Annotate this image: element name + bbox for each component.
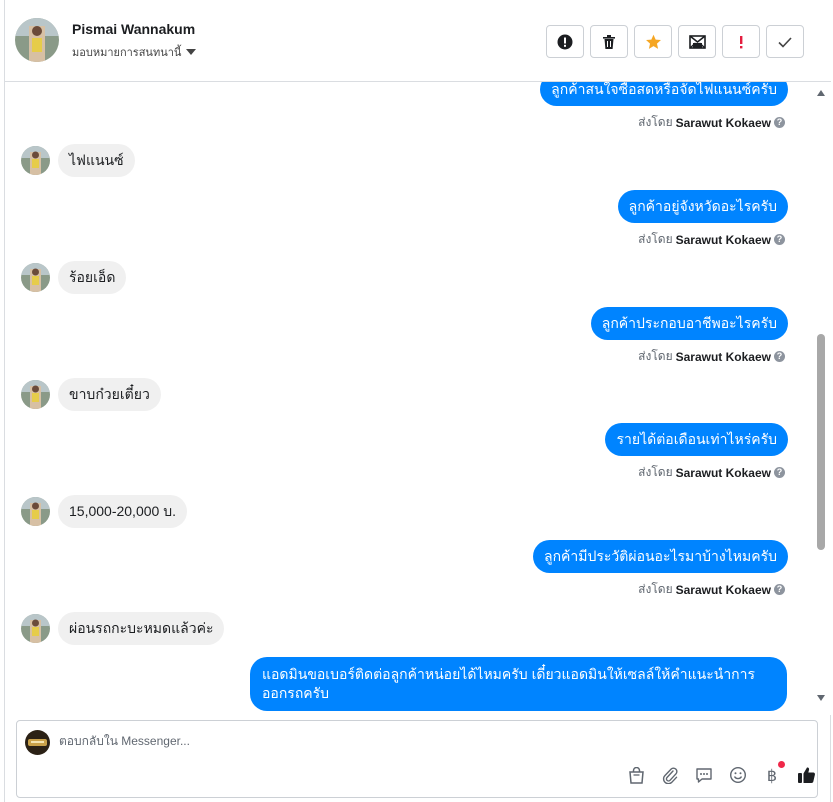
conversation-header: Pismai Wannakum มอบหมายการสนทนานี้ [5,0,831,82]
mark-important-button[interactable] [546,25,584,58]
incoming-message: ร้อยเอ็ด [58,261,127,294]
reply-composer: ฿ [16,720,818,798]
agent-name: Sarawut Kokaew [675,232,771,247]
paperclip-icon[interactable] [660,765,680,785]
sent-by-label: ส่งโดย [638,115,673,129]
spam-exclamation-icon [738,34,744,50]
agent-name: Sarawut Kokaew [675,115,771,130]
sent-by-label: ส่งโดย [638,465,673,479]
delete-button[interactable] [590,25,628,58]
outgoing-message: ลูกค้ามีประวัติผ่อนอะไรมาบ้างไหมครับ [532,540,788,573]
message-thread[interactable]: ลูกค้าสนใจซื้อสดหรือจัดไฟแนนซ์ครับ ส่งโด… [5,82,831,715]
incoming-message-row: ขาบก๋วยเตี๋ยว [21,378,161,411]
shop-bag-icon[interactable] [626,765,646,785]
sent-by-line: ส่งโดย Sarawut Kokaew ? [638,230,785,249]
mark-done-button[interactable] [766,25,804,58]
message-text: ลูกค้าสนใจซื้อสดหรือจัดไฟแนนซ์ครับ [551,82,777,97]
contact-name: Pismai Wannakum [72,21,196,37]
incoming-message-row: ไฟแนนซ์ [21,144,135,177]
sent-by-label: ส่งโดย [638,349,673,363]
exclamation-circle-icon [557,34,573,50]
incoming-message: ไฟแนนซ์ [58,144,135,177]
outgoing-message: แอดมินขอเบอร์ติดต่อลูกค้าหน่อยได้ไหมครับ… [250,657,787,711]
check-icon [777,35,793,49]
thread-scrollbar[interactable] [814,82,828,712]
message-text: แอดมินขอเบอร์ติดต่อลูกค้าหน่อยได้ไหมครับ… [262,666,756,701]
message-text: ลูกค้าอยู่จังหวัดอะไรครับ [628,198,777,214]
scroll-thumb[interactable] [817,334,825,550]
reply-input[interactable] [59,734,659,748]
message-text: ลูกค้าประกอบอาชีพอะไรครับ [601,315,777,331]
outgoing-message: ลูกค้าอยู่จังหวัดอะไรครับ [617,190,788,223]
conversation-actions [546,25,804,58]
saved-reply-icon[interactable] [694,765,714,785]
outgoing-message: ลูกค้าสนใจซื้อสดหรือจัดไฟแนนซ์ครับ [540,82,788,106]
trash-icon [601,34,617,50]
question-icon[interactable]: ? [774,351,785,362]
avatar [21,380,50,409]
mark-unread-icon [688,34,706,50]
agent-name: Sarawut Kokaew [675,582,771,597]
sent-by-line: ส่งโดย Sarawut Kokaew ? [638,463,785,482]
question-icon[interactable]: ? [774,467,785,478]
star-icon [645,34,662,50]
sent-by-label: ส่งโดย [638,232,673,246]
conversation-panel: Pismai Wannakum มอบหมายการสนทนานี้ ลูกค้… [4,0,831,802]
question-icon[interactable]: ? [774,234,785,245]
incoming-message: ผ่อนรถกะบะหมดแล้วค่ะ [58,612,225,645]
sent-by-label: ส่งโดย [638,582,673,596]
baht-payment-icon[interactable]: ฿ [762,761,785,785]
question-icon[interactable]: ? [774,117,785,128]
star-button[interactable] [634,25,672,58]
avatar [21,146,50,175]
avatar [21,497,50,526]
question-icon[interactable]: ? [774,584,785,595]
mark-spam-button[interactable] [722,25,760,58]
message-text: รายได้ต่อเดือนเท่าไหร่ครับ [616,431,777,447]
outgoing-message: รายได้ต่อเดือนเท่าไหร่ครับ [605,423,788,456]
message-text: ลูกค้ามีประวัติผ่อนอะไรมาบ้างไหมครับ [543,548,777,564]
incoming-message: ขาบก๋วยเตี๋ยว [58,378,161,411]
thumbs-up-icon[interactable] [796,765,816,785]
incoming-message-row: ร้อยเอ็ด [21,261,127,294]
emoji-icon[interactable] [728,765,748,785]
agent-name: Sarawut Kokaew [675,465,771,480]
baht-symbol: ฿ [766,765,778,785]
notification-dot [778,761,785,768]
page-avatar [25,730,50,755]
avatar [21,263,50,292]
incoming-message: 15,000-20,000 บ. [58,495,187,528]
assign-label: มอบหมายการสนทนานี้ [72,47,182,59]
incoming-message-row: 15,000-20,000 บ. [21,495,187,528]
agent-name: Sarawut Kokaew [675,349,771,364]
mark-unread-button[interactable] [678,25,716,58]
sent-by-line: ส่งโดย Sarawut Kokaew ? [638,113,785,132]
caret-down-icon [186,49,197,55]
sent-by-line: ส่งโดย Sarawut Kokaew ? [638,580,785,599]
contact-avatar[interactable] [15,18,59,62]
sent-by-line: ส่งโดย Sarawut Kokaew ? [638,347,785,366]
outgoing-message: ลูกค้าประกอบอาชีพอะไรครับ [590,307,788,340]
composer-toolbar: ฿ [626,761,816,785]
scroll-up-arrow-icon[interactable] [817,90,825,96]
assign-conversation-dropdown[interactable]: มอบหมายการสนทนานี้ [72,43,197,61]
avatar [21,614,50,643]
incoming-message-row: ผ่อนรถกะบะหมดแล้วค่ะ [21,612,225,645]
scroll-down-arrow-icon[interactable] [817,695,825,701]
